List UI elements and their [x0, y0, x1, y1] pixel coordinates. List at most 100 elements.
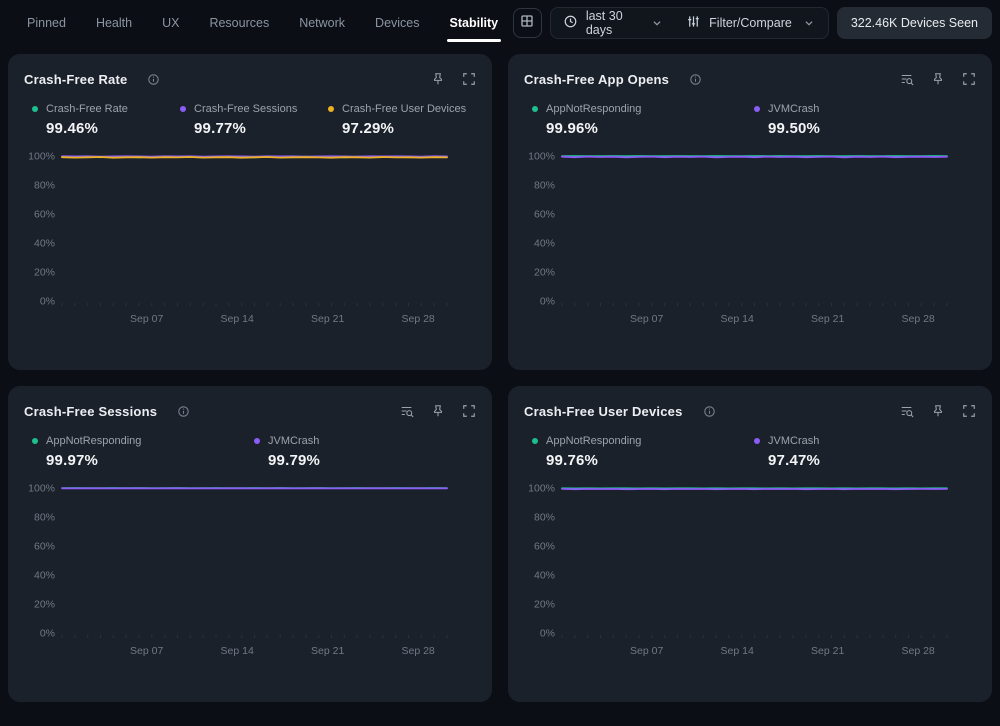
- svg-text:80%: 80%: [534, 180, 555, 192]
- legend-value: 99.76%: [546, 452, 754, 469]
- nav-tabs: PinnedHealthUXResourcesNetworkDevicesSta…: [12, 0, 513, 46]
- info-icon[interactable]: [689, 73, 702, 86]
- legend-dot: [532, 106, 538, 112]
- legend-item[interactable]: Crash-Free Rate99.46%: [32, 103, 180, 137]
- pin-icon[interactable]: [931, 404, 945, 418]
- legend-value: 99.77%: [194, 120, 328, 137]
- tab-network[interactable]: Network: [284, 0, 360, 46]
- pin-icon[interactable]: [431, 72, 445, 86]
- tab-resources[interactable]: Resources: [194, 0, 284, 46]
- chart-area[interactable]: 100%80%60%40%20%0%Sep 07Sep 14Sep 21Sep …: [24, 141, 476, 362]
- tab-pinned[interactable]: Pinned: [12, 0, 81, 46]
- chevron-down-icon: [650, 16, 664, 30]
- legend-value: 99.50%: [768, 120, 976, 137]
- svg-text:Sep 07: Sep 07: [130, 313, 163, 325]
- svg-text:Sep 07: Sep 07: [630, 645, 663, 657]
- chart-legend: AppNotResponding99.97%JVMCrash99.79%: [24, 435, 476, 469]
- card-header: Crash-Free User Devices: [524, 400, 976, 422]
- expand-icon[interactable]: [962, 72, 976, 86]
- dashboard-grid-button[interactable]: [513, 8, 542, 38]
- pin-icon[interactable]: [931, 72, 945, 86]
- svg-text:40%: 40%: [534, 238, 555, 250]
- svg-text:100%: 100%: [28, 483, 55, 495]
- chart-area[interactable]: 100%80%60%40%20%0%Sep 07Sep 14Sep 21Sep …: [524, 473, 976, 694]
- svg-text:80%: 80%: [534, 512, 555, 524]
- topbar-controls: last 30 days Filter/Compare: [513, 7, 992, 39]
- list-search-icon[interactable]: [400, 404, 414, 418]
- svg-text:40%: 40%: [34, 238, 55, 250]
- card-title: Crash-Free Rate: [24, 72, 127, 87]
- legend-label: AppNotResponding: [546, 103, 641, 115]
- expand-icon[interactable]: [962, 404, 976, 418]
- legend-item[interactable]: AppNotResponding99.97%: [32, 435, 254, 469]
- legend-item[interactable]: JVMCrash99.79%: [254, 435, 476, 469]
- expand-icon[interactable]: [462, 404, 476, 418]
- list-search-icon[interactable]: [900, 404, 914, 418]
- legend-item[interactable]: Crash-Free Sessions 99.77%: [180, 103, 328, 137]
- legend-item[interactable]: Crash-Free User Devices97.29%: [328, 103, 476, 137]
- svg-text:0%: 0%: [540, 296, 555, 308]
- charts-grid: Crash-Free Rate Crash-Free R: [0, 46, 1000, 710]
- svg-text:Sep 14: Sep 14: [721, 645, 754, 657]
- card-title: Crash-Free App Opens: [524, 72, 669, 87]
- svg-text:40%: 40%: [534, 570, 555, 582]
- pin-icon[interactable]: [431, 404, 445, 418]
- svg-text:0%: 0%: [40, 296, 55, 308]
- legend-dot: [32, 106, 38, 112]
- filter-compare-label: Filter/Compare: [709, 16, 792, 30]
- svg-text:Sep 21: Sep 21: [811, 313, 844, 325]
- chart-area[interactable]: 100%80%60%40%20%0%Sep 07Sep 14Sep 21Sep …: [524, 141, 976, 362]
- card-actions: [400, 404, 476, 418]
- svg-text:80%: 80%: [34, 180, 55, 192]
- tab-devices[interactable]: Devices: [360, 0, 434, 46]
- svg-text:0%: 0%: [540, 628, 555, 640]
- svg-text:Sep 28: Sep 28: [401, 313, 434, 325]
- legend-item[interactable]: AppNotResponding 99.76%: [532, 435, 754, 469]
- svg-text:Sep 21: Sep 21: [311, 645, 344, 657]
- svg-text:20%: 20%: [34, 267, 55, 279]
- svg-text:Sep 14: Sep 14: [721, 313, 754, 325]
- svg-text:Sep 28: Sep 28: [401, 645, 434, 657]
- info-icon[interactable]: [177, 405, 190, 418]
- info-icon[interactable]: [703, 405, 716, 418]
- chart-legend: Crash-Free Rate99.46%Crash-Free Sessions…: [24, 103, 476, 137]
- card-crash-free-user-devices: Crash-Free User Devices: [508, 386, 992, 702]
- legend-value: 97.47%: [768, 452, 976, 469]
- legend-dot: [754, 438, 760, 444]
- expand-icon[interactable]: [462, 72, 476, 86]
- top-navigation-bar: PinnedHealthUXResourcesNetworkDevicesSta…: [0, 0, 1000, 46]
- legend-dot: [180, 106, 186, 112]
- svg-text:Sep 28: Sep 28: [901, 313, 934, 325]
- time-range-dropdown[interactable]: last 30 days: [563, 9, 664, 37]
- svg-text:20%: 20%: [534, 267, 555, 279]
- legend-item[interactable]: JVMCrash97.47%: [754, 435, 976, 469]
- list-search-icon[interactable]: [900, 72, 914, 86]
- card-actions: [900, 404, 976, 418]
- svg-text:Sep 21: Sep 21: [311, 313, 344, 325]
- card-crash-free-app-opens: Crash-Free App Opens: [508, 54, 992, 370]
- legend-dot: [754, 106, 760, 112]
- legend-item[interactable]: AppNotResponding99.96%: [532, 103, 754, 137]
- chart-area[interactable]: 100%80%60%40%20%0%Sep 07Sep 14Sep 21Sep …: [24, 473, 476, 694]
- devices-seen-badge[interactable]: 322.46K Devices Seen: [837, 7, 992, 39]
- legend-label: AppNotResponding: [546, 435, 641, 447]
- legend-item[interactable]: JVMCrash99.50%: [754, 103, 976, 137]
- filter-compare-dropdown[interactable]: Filter/Compare: [686, 14, 816, 32]
- chart-legend: AppNotResponding 99.76%JVMCrash97.47%: [524, 435, 976, 469]
- legend-label: JVMCrash: [268, 435, 319, 447]
- tab-ux[interactable]: UX: [147, 0, 194, 46]
- card-actions: [431, 72, 476, 86]
- legend-label: Crash-Free Rate: [46, 103, 128, 115]
- legend-dot: [532, 438, 538, 444]
- legend-label: Crash-Free Sessions: [194, 103, 297, 115]
- grid-icon: [519, 13, 535, 34]
- tab-health[interactable]: Health: [81, 0, 147, 46]
- svg-text:60%: 60%: [534, 209, 555, 221]
- svg-text:Sep 14: Sep 14: [221, 645, 254, 657]
- chart-legend: AppNotResponding99.96%JVMCrash99.50%: [524, 103, 976, 137]
- svg-text:100%: 100%: [528, 151, 555, 163]
- svg-text:60%: 60%: [34, 209, 55, 221]
- info-icon[interactable]: [147, 73, 160, 86]
- card-crash-free-sessions: Crash-Free Sessions: [8, 386, 492, 702]
- tab-stability[interactable]: Stability: [435, 0, 514, 46]
